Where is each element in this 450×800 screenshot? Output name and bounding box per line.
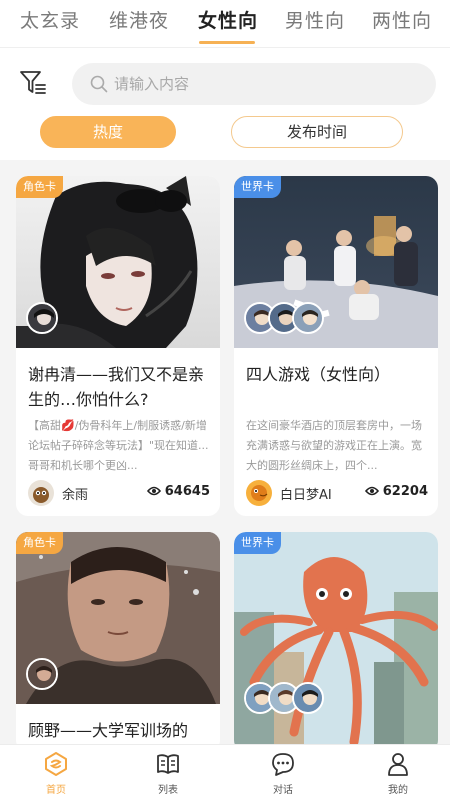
user-icon [388,753,408,776]
card-octopus-world[interactable]: 世界卡 [234,532,438,752]
home-icon [45,752,67,776]
tab-female[interactable]: 女性向 [198,6,258,38]
card-title: 谢冉清——我们又不是亲生的…你怕什么? [28,365,205,409]
nav-label: 我的 [388,785,408,796]
category-tabs: 太玄录 维港夜 女性向 男性向 两性向 [0,0,450,46]
card-title: 四人游戏（女性向） [246,365,391,384]
book-icon [157,754,179,774]
tab-male[interactable]: 男性向 [285,6,345,38]
role-card-badge: 角色卡 [16,532,63,554]
search-bar [72,63,436,105]
sort-time-button[interactable]: 发布时间 [231,116,403,148]
search-input[interactable] [114,63,414,105]
nav-home[interactable]: 首页 [21,751,91,799]
avatar [292,302,324,334]
sort-hot-button[interactable]: 热度 [40,116,176,148]
active-tab-indicator [199,41,255,44]
chat-icon [272,753,294,776]
nav-label: 对话 [273,785,293,796]
tab-taixuanlu[interactable]: 太玄录 [20,6,80,38]
nav-label: 列表 [158,785,178,796]
role-card-badge: 角色卡 [16,176,63,198]
bottom-navigation: 首页 列表 对话 我的 [0,744,450,800]
nav-chat[interactable]: 对话 [248,751,318,799]
world-card-badge: 世界卡 [234,176,281,198]
card-guye[interactable]: 角色卡 顾野——大学军训场的 [16,532,220,752]
card-xieranqing[interactable]: 角色卡 谢冉清——我们又不是亲生的…你怕什么? 【高甜💋/伪骨科年上/制服诱惑/… [16,176,220,516]
search-icon [90,75,108,93]
world-card-badge: 世界卡 [234,532,281,554]
card-four-person-game[interactable]: 世界卡 四人游戏（女性向） 在这间豪华酒店的顶层套房中，一场充满诱惑与欲望的游戏… [234,176,438,516]
eye-icon [364,486,379,495]
nav-label: 首页 [46,785,66,796]
nav-profile[interactable]: 我的 [363,751,433,799]
tab-unisex[interactable]: 两性向 [372,6,432,38]
avatar [26,302,58,334]
nav-list[interactable]: 列表 [133,751,203,799]
filter-button[interactable] [18,68,48,98]
author-name[interactable]: 白日梦AI [280,484,332,503]
view-count: 62204 [364,484,428,499]
avatar [26,658,58,690]
eye-icon [146,486,161,495]
tab-weigangye[interactable]: 维港夜 [109,6,169,38]
filter-icon [20,71,46,94]
card-footer: 白日梦AI 62204 [246,480,428,508]
author-name[interactable]: 余雨 [62,484,88,503]
card-footer: 余雨 64645 [28,480,210,508]
heart-emoji-icon: 💋 [61,419,75,432]
view-count: 64645 [146,484,210,499]
card-cover-image [234,532,438,752]
divider [0,47,450,48]
author-avatar[interactable] [246,480,272,506]
card-description: 在这间豪华酒店的顶层套房中，一场充满诱惑与欲望的游戏正在上演。宽大的圆形丝绸床上… [246,419,422,472]
card-description: 【高甜💋/伪骨科年上/制服诱惑/新增论坛帖子碎碎念等玩法】"现在知道...哥哥和… [28,419,209,472]
author-avatar[interactable] [28,480,54,506]
avatar [292,682,324,714]
